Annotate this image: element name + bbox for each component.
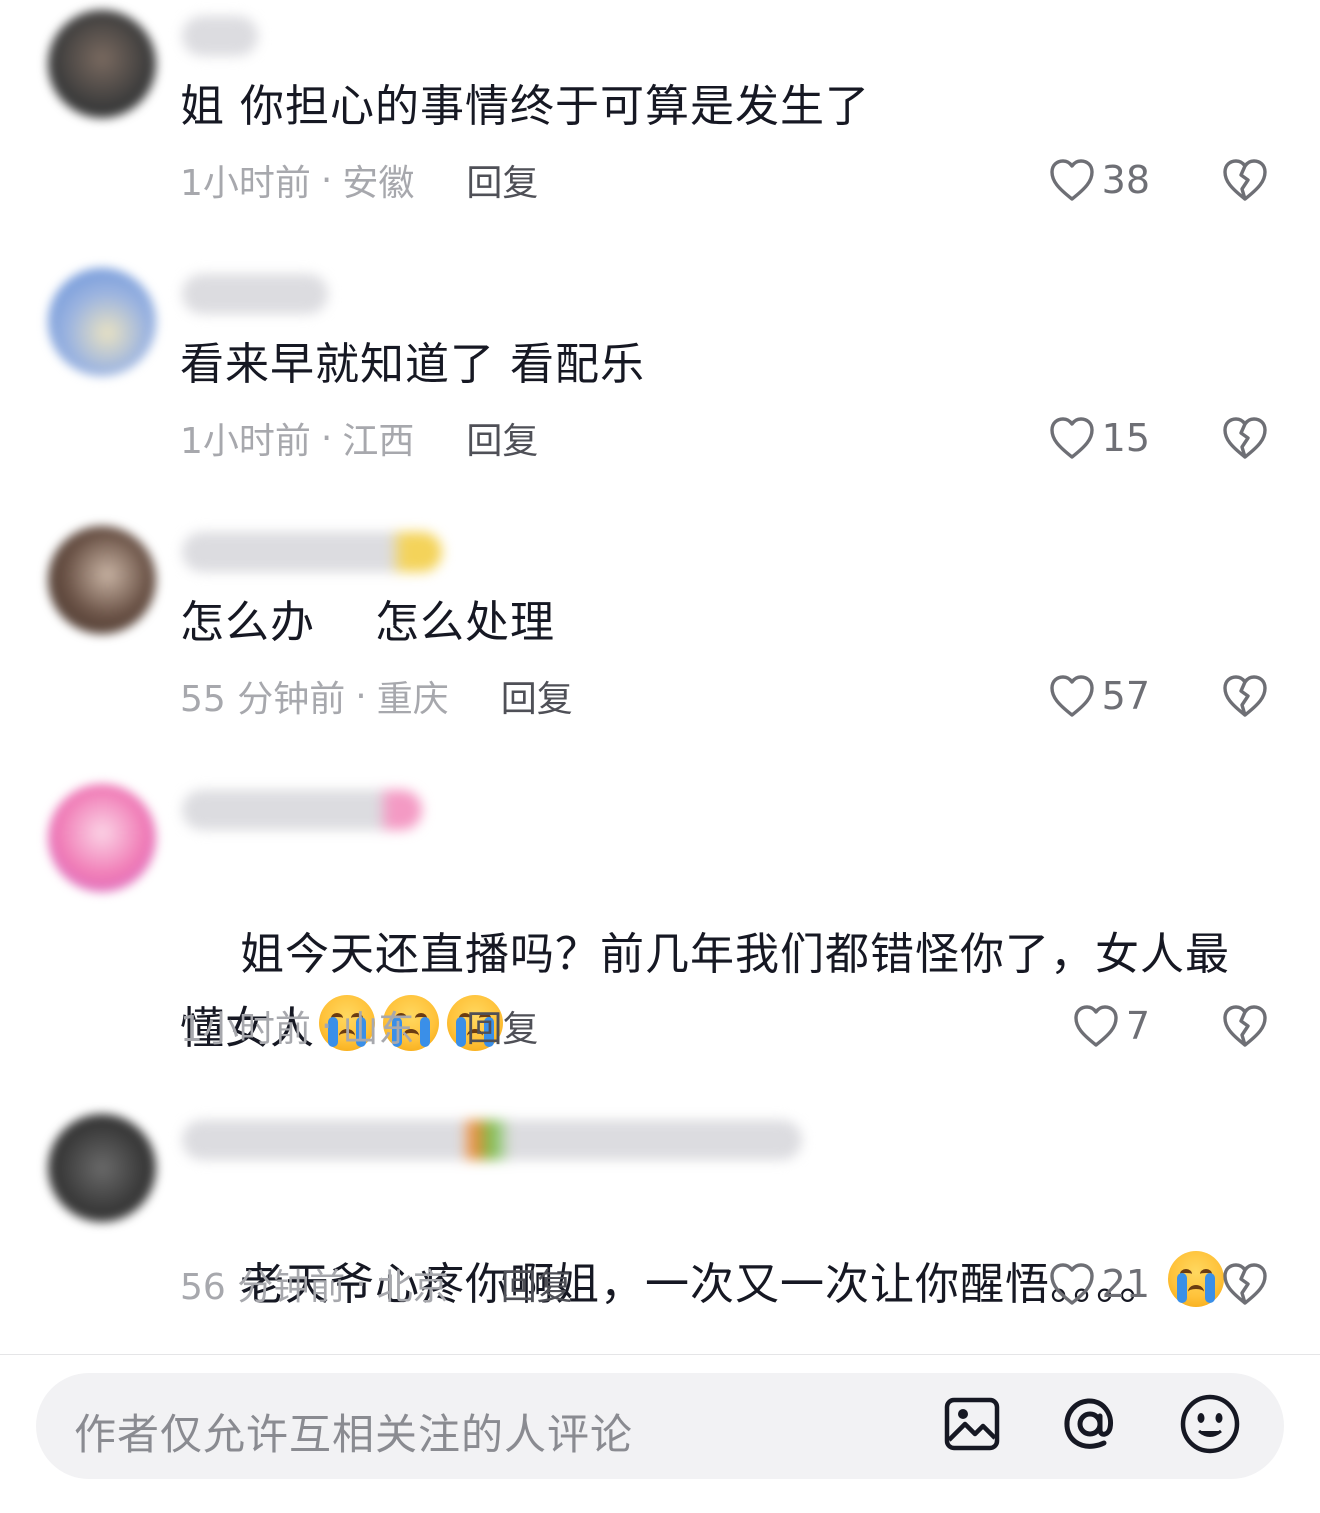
- comment-time: 1小时前: [180, 421, 311, 462]
- comment-input[interactable]: 作者仅允许互相关注的人评论: [36, 1373, 1284, 1479]
- reply-button[interactable]: 回复: [501, 670, 573, 722]
- avatar[interactable]: [48, 1114, 156, 1222]
- like-button[interactable]: 15: [1048, 413, 1150, 463]
- comment-location: 山东: [342, 1009, 415, 1050]
- username-blurred[interactable]: [182, 274, 328, 314]
- heart-outline-icon: [1072, 1003, 1120, 1049]
- smiley-face-icon: [1179, 1393, 1241, 1459]
- meta-separator: ·: [320, 1005, 333, 1047]
- meta-separator: ·: [355, 1263, 367, 1305]
- broken-heart-icon: [1221, 1003, 1269, 1049]
- emoji-picker-button[interactable]: [1179, 1393, 1241, 1459]
- dislike-button[interactable]: [1218, 413, 1272, 463]
- comment-time: 55 分钟前: [180, 679, 346, 720]
- comment-time: 1小时前: [180, 1009, 311, 1050]
- like-button[interactable]: 21: [1048, 1259, 1150, 1309]
- reply-button[interactable]: 回复: [466, 1000, 538, 1052]
- username-blurred[interactable]: [182, 16, 258, 56]
- broken-heart-icon: [1221, 157, 1269, 203]
- reply-button[interactable]: 回复: [466, 412, 538, 464]
- broken-heart-icon: [1221, 1261, 1269, 1307]
- comment-text: 姐 你担心的事情终于可算是发生了: [180, 81, 870, 132]
- like-count: 57: [1101, 674, 1150, 718]
- heart-outline-icon: [1048, 157, 1096, 203]
- comment-location: 重庆: [376, 679, 449, 720]
- meta-separator: ·: [355, 675, 367, 717]
- reply-button[interactable]: 回复: [466, 154, 538, 206]
- comment-time: 1小时前: [180, 163, 311, 204]
- at-sign-icon: [1060, 1394, 1120, 1458]
- comment-location: 江西: [342, 421, 415, 462]
- heart-outline-icon: [1048, 1261, 1096, 1307]
- dislike-button[interactable]: [1218, 671, 1272, 721]
- comment-text: 看来早就知道了 看配乐: [180, 339, 645, 390]
- comment-meta: 1小时前 · 安徽 回复: [180, 155, 538, 205]
- username-blurred[interactable]: [182, 1120, 802, 1160]
- divider: [0, 1354, 1320, 1355]
- heart-outline-icon: [1048, 673, 1096, 719]
- comment-time: 56 分钟前: [180, 1267, 346, 1308]
- comment-meta: 1小时前 · 江西 回复: [180, 413, 538, 463]
- dislike-button[interactable]: [1218, 155, 1272, 205]
- like-count: 15: [1101, 416, 1150, 460]
- broken-heart-icon: [1221, 415, 1269, 461]
- username-blurred[interactable]: [182, 790, 422, 830]
- dislike-button[interactable]: [1218, 1001, 1272, 1051]
- like-button[interactable]: 7: [1072, 1001, 1150, 1051]
- mention-button[interactable]: [1060, 1396, 1120, 1456]
- comment-location: 安徽: [342, 163, 415, 204]
- meta-separator: ·: [320, 159, 333, 201]
- username-blurred[interactable]: [182, 532, 442, 572]
- comment-location: 北京: [376, 1267, 449, 1308]
- like-button[interactable]: 57: [1048, 671, 1150, 721]
- like-count: 7: [1125, 1004, 1150, 1048]
- heart-outline-icon: [1048, 415, 1096, 461]
- meta-separator: ·: [320, 417, 333, 459]
- reply-button[interactable]: 回复: [501, 1258, 573, 1310]
- broken-heart-icon: [1221, 673, 1269, 719]
- comment-text: 姐今天还直播吗？前几年我们都错怪你了，女人最懂女人: [180, 844, 1260, 1140]
- comment-text: 怎么办 怎么处理: [180, 597, 555, 648]
- comment-meta: 1小时前 · 山东 回复: [180, 1001, 538, 1051]
- image-button[interactable]: [942, 1396, 1002, 1456]
- avatar[interactable]: [48, 526, 156, 634]
- like-count: 38: [1101, 158, 1150, 202]
- crying-emoji-icon: [1167, 1251, 1224, 1307]
- like-count: 21: [1101, 1262, 1150, 1306]
- image-icon: [943, 1396, 1001, 1456]
- avatar[interactable]: [48, 268, 156, 376]
- like-button[interactable]: 38: [1048, 155, 1150, 205]
- avatar[interactable]: [48, 784, 156, 892]
- input-placeholder: 作者仅允许互相关注的人评论: [74, 1410, 634, 1459]
- comment-meta: 55 分钟前 · 重庆 回复: [180, 671, 573, 721]
- dislike-button[interactable]: [1218, 1259, 1272, 1309]
- avatar[interactable]: [48, 10, 156, 118]
- comment-meta: 56 分钟前 · 北京 回复: [180, 1259, 573, 1309]
